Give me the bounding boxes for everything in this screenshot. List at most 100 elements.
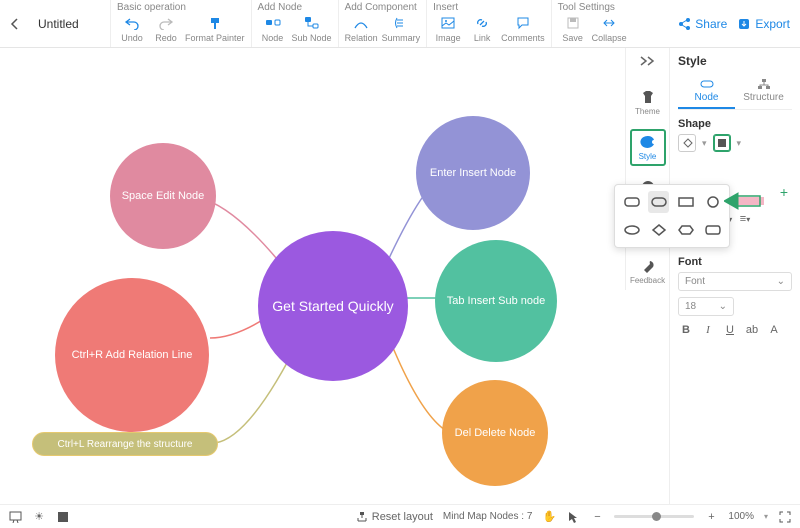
hand-tool-button[interactable]: ✋ (542, 510, 556, 524)
chevron-left-icon (8, 17, 22, 31)
insert-image-button[interactable]: Image (433, 15, 463, 43)
add-node-button[interactable]: Node (258, 15, 288, 43)
font-family-select[interactable]: Font⌄ (678, 272, 792, 291)
node-space-edit[interactable]: Space Edit Node (110, 143, 216, 249)
collapse-button[interactable]: Collapse (592, 15, 627, 43)
shape-parallelogram[interactable] (702, 219, 723, 241)
font-label: Font (678, 256, 792, 268)
reset-icon (356, 511, 368, 523)
presentation-mode-button[interactable] (8, 510, 22, 524)
group-basic: Basic operation Undo Redo Format Painter (110, 0, 251, 47)
shape-picker-button[interactable] (713, 134, 731, 152)
shape-pill[interactable] (648, 191, 669, 213)
node-tab-subnode[interactable]: Tab Insert Sub node (435, 240, 557, 362)
group-add-component: Add Component Relation Summary (338, 0, 427, 47)
brightness-button[interactable]: ☀ (32, 510, 46, 524)
save-button[interactable]: Save (558, 15, 588, 43)
collapse-icon (602, 16, 616, 30)
zoom-out-button[interactable]: − (590, 510, 604, 524)
double-chevron-right-icon (639, 55, 657, 67)
tshirt-icon (640, 90, 656, 104)
node-add-relation[interactable]: Ctrl+R Add Relation Line (55, 278, 209, 432)
save-icon (566, 16, 580, 30)
add-subnode-button[interactable]: Sub Node (292, 15, 332, 43)
node-del[interactable]: Del Delete Node (442, 380, 548, 486)
style-panel: Style Node Structure + Shape ▾ ▾ ◆▾ ✎▾ ▭… (669, 48, 800, 504)
grid-button[interactable] (56, 510, 70, 524)
group-add-node: Add Node Node Sub Node (251, 0, 338, 47)
relation-button[interactable]: Relation (345, 15, 378, 43)
redo-icon (158, 16, 174, 30)
wrench-icon (641, 259, 655, 273)
export-button[interactable]: Export (737, 17, 790, 31)
italic-button[interactable]: I (700, 322, 716, 338)
back-button[interactable] (0, 0, 30, 47)
node-rearrange[interactable]: Ctrl+L Rearrange the structure (32, 432, 218, 456)
zoom-thumb[interactable] (652, 512, 661, 521)
zoom-value: 100% (728, 511, 754, 522)
add-button[interactable]: + (780, 184, 788, 200)
group-basic-title: Basic operation (117, 0, 245, 14)
undo-button[interactable]: Undo (117, 15, 147, 43)
shape-ellipse[interactable] (621, 219, 642, 241)
rail-theme[interactable]: Theme (630, 84, 666, 121)
fullscreen-icon (779, 511, 791, 523)
font-size-select[interactable]: 18⌄ (678, 297, 734, 316)
shape-hexagon[interactable] (675, 219, 696, 241)
cursor-tool-button[interactable] (566, 510, 580, 524)
insert-comments-button[interactable]: Comments (501, 15, 545, 43)
share-button[interactable]: Share (677, 17, 727, 31)
relation-icon (353, 16, 369, 30)
format-painter-button[interactable]: Format Painter (185, 15, 245, 43)
share-icon (677, 17, 691, 31)
underline-button[interactable]: U (722, 322, 738, 338)
brush-icon (208, 16, 222, 30)
bold-button[interactable]: B (678, 322, 694, 338)
node-tab-icon (700, 78, 714, 90)
collapse-panel-button[interactable] (639, 54, 657, 76)
subnode-icon (304, 16, 320, 30)
panel-title: Style (678, 54, 792, 68)
zoom-in-button[interactable]: + (704, 510, 718, 524)
summary-icon (393, 16, 409, 30)
image-icon (441, 16, 455, 30)
undo-icon (124, 16, 140, 30)
node-icon (265, 16, 281, 30)
summary-button[interactable]: Summary (382, 15, 421, 43)
structure-tab-icon (757, 78, 771, 90)
font-color-button[interactable]: A (766, 322, 782, 338)
canvas[interactable]: Get Started Quickly Space Edit Node Ctrl… (0, 48, 628, 504)
reset-layout-button[interactable]: Reset layout (356, 510, 433, 524)
group-insert: Insert Image Link Comments (426, 0, 551, 47)
case-button[interactable]: ab (744, 322, 760, 338)
shape-popup (614, 184, 730, 248)
center-node[interactable]: Get Started Quickly (258, 231, 408, 381)
tab-node[interactable]: Node (678, 74, 735, 109)
node-enter-insert[interactable]: Enter Insert Node (416, 116, 530, 230)
group-tool-settings: Tool Settings Save Collapse (551, 0, 633, 47)
rail-feedback[interactable]: Feedback (630, 253, 666, 290)
cursor-icon (567, 511, 579, 523)
group-insert-title: Insert (433, 0, 545, 14)
fill-color-button[interactable] (678, 134, 696, 152)
fullscreen-button[interactable] (778, 510, 792, 524)
tab-structure[interactable]: Structure (735, 74, 792, 109)
rail-style[interactable]: Style (630, 129, 666, 166)
redo-button[interactable]: Redo (151, 15, 181, 43)
insert-link-button[interactable]: Link (467, 15, 497, 43)
export-icon (737, 17, 751, 31)
shape-rect[interactable] (675, 191, 696, 213)
status-bar: ☀ Reset layout Mind Map Nodes : 7 ✋ − + … (0, 504, 800, 528)
shape-rounded-rect[interactable] (621, 191, 642, 213)
document-title[interactable]: Untitled (30, 0, 110, 47)
group-addnode-title: Add Node (258, 0, 332, 14)
shape-diamond[interactable] (648, 219, 669, 241)
hint-arrow-icon (724, 192, 764, 212)
group-tool-title: Tool Settings (558, 0, 627, 14)
shape-circle[interactable] (702, 191, 723, 213)
panel-tabs: Node Structure (678, 74, 792, 110)
palette-icon (640, 135, 656, 149)
align-button[interactable]: ≡▾ (738, 212, 752, 226)
zoom-slider[interactable] (614, 515, 694, 518)
panel-rail: Theme Style History Feedback (625, 48, 669, 290)
